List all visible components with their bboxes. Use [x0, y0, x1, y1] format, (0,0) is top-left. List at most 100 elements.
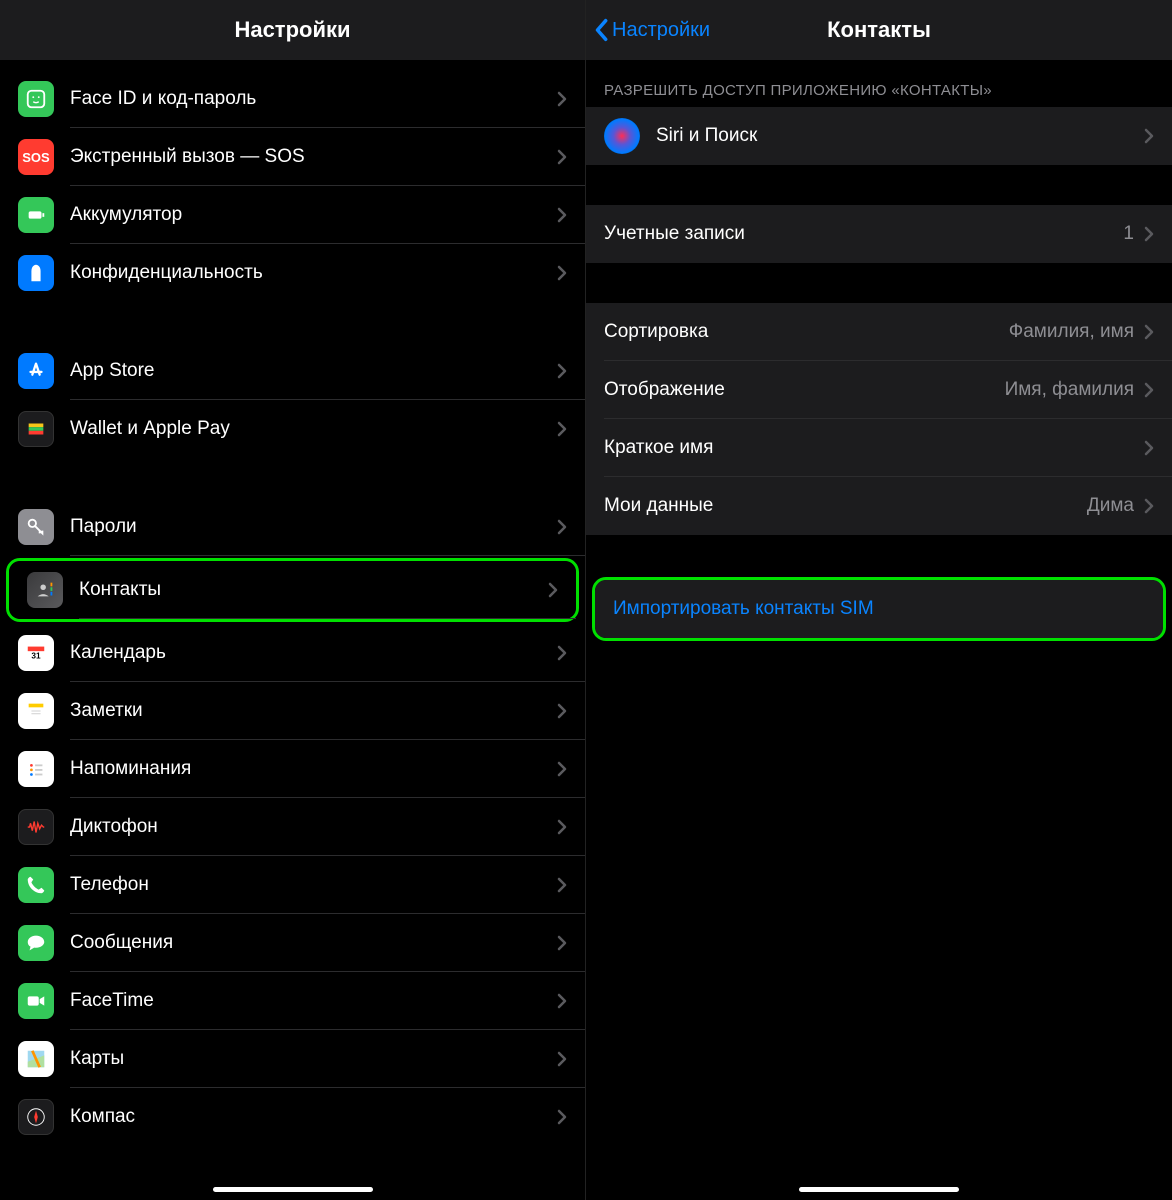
highlight-import: Импортировать контакты SIM — [592, 577, 1166, 641]
phone-icon — [18, 867, 54, 903]
chevron-right-icon — [1144, 382, 1154, 398]
display-value: Имя, фамилия — [1005, 379, 1134, 401]
row-privacy[interactable]: Конфиденциальность — [0, 244, 585, 302]
label-maps: Карты — [70, 1048, 557, 1070]
chevron-right-icon — [557, 645, 567, 661]
chevron-right-icon — [1144, 324, 1154, 340]
chevron-right-icon — [557, 703, 567, 719]
label-voicememo: Диктофон — [70, 816, 557, 838]
messages-icon — [18, 925, 54, 961]
row-passwords[interactable]: Пароли — [0, 498, 585, 556]
row-faceid[interactable]: Face ID и код-пароль — [0, 70, 585, 128]
chevron-right-icon — [1144, 498, 1154, 514]
row-mydata[interactable]: Мои данные Дима — [586, 477, 1172, 535]
battery-icon — [18, 197, 54, 233]
contacts-title: Контакты — [827, 17, 931, 43]
privacy-icon — [18, 255, 54, 291]
import-sim-label: Импортировать контакты SIM — [613, 598, 1145, 620]
row-compass[interactable]: Компас — [0, 1088, 585, 1146]
label-contacts: Контакты — [79, 579, 548, 601]
row-siri[interactable]: Siri и Поиск — [586, 107, 1172, 165]
chevron-right-icon — [557, 1051, 567, 1067]
label-reminders: Напоминания — [70, 758, 557, 780]
settings-pane: Настройки Face ID и код-пароль SOS Экстрен… — [0, 0, 586, 1200]
calendar-icon: 31 — [18, 635, 54, 671]
row-calendar[interactable]: 31 Календарь — [0, 624, 585, 682]
label-sos: Экстренный вызов — SOS — [70, 146, 557, 168]
row-sort[interactable]: Сортировка Фамилия, имя — [586, 303, 1172, 361]
row-messages[interactable]: Сообщения — [0, 914, 585, 972]
row-display[interactable]: Отображение Имя, фамилия — [586, 361, 1172, 419]
sort-label: Сортировка — [604, 321, 1009, 343]
facetime-icon — [18, 983, 54, 1019]
back-label: Настройки — [612, 19, 710, 42]
appstore-icon — [18, 353, 54, 389]
row-import-sim[interactable]: Импортировать контакты SIM — [595, 580, 1163, 638]
chevron-right-icon — [557, 935, 567, 951]
row-wallet[interactable]: Wallet и Apple Pay — [0, 400, 585, 458]
home-indicator[interactable] — [213, 1187, 373, 1192]
label-passwords: Пароли — [70, 516, 557, 538]
label-compass: Компас — [70, 1106, 557, 1128]
chevron-right-icon — [557, 265, 567, 281]
faceid-icon — [18, 81, 54, 117]
label-notes: Заметки — [70, 700, 557, 722]
chevron-right-icon — [1144, 128, 1154, 144]
chevron-right-icon — [557, 519, 567, 535]
settings-list[interactable]: Face ID и код-пароль SOS Экстренный вызов … — [0, 60, 585, 1146]
row-sos[interactable]: SOS Экстренный вызов — SOS — [0, 128, 585, 186]
label-battery: Аккумулятор — [70, 204, 557, 226]
chevron-right-icon — [557, 993, 567, 1009]
row-accounts[interactable]: Учетные записи 1 — [586, 205, 1172, 263]
chevron-right-icon — [548, 582, 558, 598]
accounts-value: 1 — [1123, 223, 1134, 245]
chevron-left-icon — [594, 18, 608, 42]
row-voicememo[interactable]: Диктофон — [0, 798, 585, 856]
label-faceid: Face ID и код-пароль — [70, 88, 557, 110]
settings-title: Настройки — [234, 17, 350, 43]
wallet-icon — [18, 411, 54, 447]
row-notes[interactable]: Заметки — [0, 682, 585, 740]
contacts-pane: Настройки Контакты РАЗРЕШИТЬ ДОСТУП ПРИЛ… — [586, 0, 1172, 1200]
label-calendar: Календарь — [70, 642, 557, 664]
maps-icon — [18, 1041, 54, 1077]
chevron-right-icon — [557, 421, 567, 437]
voicememo-icon — [18, 809, 54, 845]
svg-text:31: 31 — [31, 652, 41, 661]
row-shortname[interactable]: Краткое имя — [586, 419, 1172, 477]
chevron-right-icon — [557, 761, 567, 777]
label-facetime: FaceTime — [70, 990, 557, 1012]
chevron-right-icon — [557, 207, 567, 223]
contacts-icon — [27, 572, 63, 608]
shortname-label: Краткое имя — [604, 437, 1144, 459]
reminders-icon — [18, 751, 54, 787]
back-button[interactable]: Настройки — [594, 18, 710, 42]
label-privacy: Конфиденциальность — [70, 262, 557, 284]
siri-icon — [604, 118, 640, 154]
settings-header: Настройки — [0, 0, 585, 60]
notes-icon — [18, 693, 54, 729]
row-contacts[interactable]: Контакты — [9, 561, 576, 619]
home-indicator[interactable] — [799, 1187, 959, 1192]
contacts-header: Настройки Контакты — [586, 0, 1172, 60]
display-label: Отображение — [604, 379, 1005, 401]
chevron-right-icon — [557, 1109, 567, 1125]
contacts-content: РАЗРЕШИТЬ ДОСТУП ПРИЛОЖЕНИЮ «КОНТАКТЫ» S… — [586, 60, 1172, 641]
row-phone[interactable]: Телефон — [0, 856, 585, 914]
label-wallet: Wallet и Apple Pay — [70, 418, 557, 440]
sort-value: Фамилия, имя — [1009, 321, 1134, 343]
highlight-contacts: Контакты — [6, 558, 579, 622]
label-messages: Сообщения — [70, 932, 557, 954]
section-header-allow: РАЗРЕШИТЬ ДОСТУП ПРИЛОЖЕНИЮ «КОНТАКТЫ» — [586, 60, 1172, 107]
sos-icon: SOS — [18, 139, 54, 175]
row-appstore[interactable]: App Store — [0, 342, 585, 400]
chevron-right-icon — [557, 149, 567, 165]
row-maps[interactable]: Карты — [0, 1030, 585, 1088]
chevron-right-icon — [557, 819, 567, 835]
row-facetime[interactable]: FaceTime — [0, 972, 585, 1030]
chevron-right-icon — [1144, 440, 1154, 456]
chevron-right-icon — [557, 363, 567, 379]
siri-label: Siri и Поиск — [656, 125, 1144, 147]
row-battery[interactable]: Аккумулятор — [0, 186, 585, 244]
row-reminders[interactable]: Напоминания — [0, 740, 585, 798]
